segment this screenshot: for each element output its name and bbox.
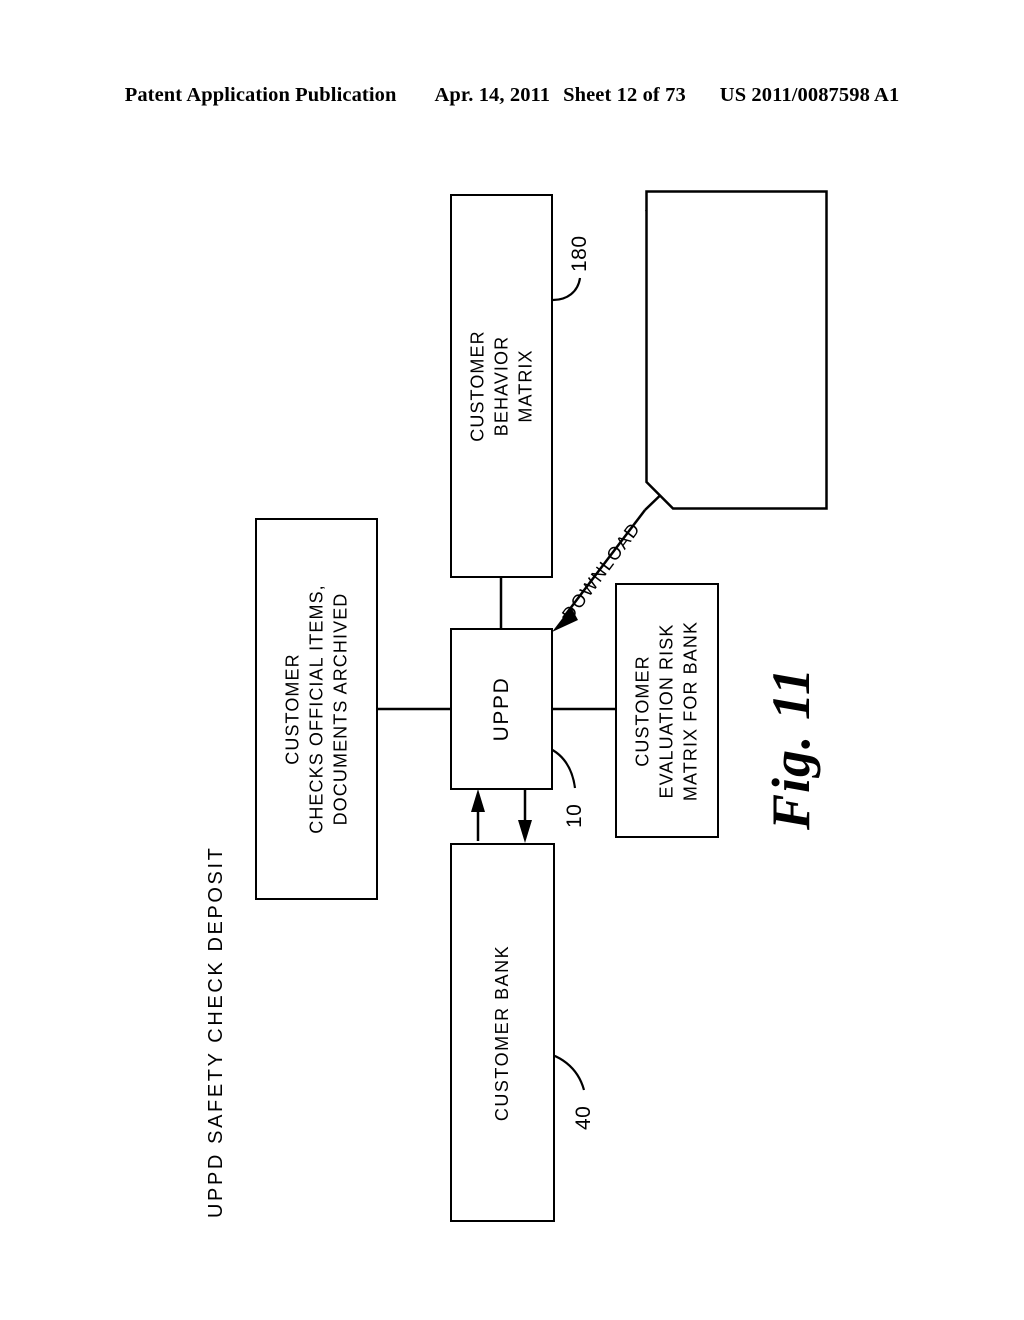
box-customer-evaluation-risk-matrix: CUSTOMER EVALUATION RISK MATRIX FOR BANK (615, 583, 719, 838)
reference-numeral-180: 180 (568, 235, 591, 272)
behavior-matrix-line1: CUSTOMER (466, 330, 487, 442)
box-customer-documents-archived: CUSTOMER CHECKS OFFICIAL ITEMS, DOCUMENT… (255, 518, 378, 900)
box-uppd-label: UPPD (489, 676, 513, 742)
arrowhead-bank-to-uppd (471, 789, 485, 812)
box-customer-documents-archived-label: CUSTOMER CHECKS OFFICIAL ITEMS, DOCUMENT… (281, 584, 352, 834)
reference-numeral-40: 40 (572, 1105, 595, 1130)
patent-figure-drawing: UPPD SAFETY CHECK DEPOSIT Fig. 11 CUSTOM… (0, 0, 1024, 1320)
box-customer-bank-label: CUSTOMER BANK (491, 944, 512, 1121)
check-register-outline (645, 190, 828, 510)
check-register-shape (645, 190, 828, 510)
arrowhead-uppd-to-bank (518, 820, 532, 843)
leader-line-180 (552, 277, 582, 302)
archive-line2: CHECKS OFFICIAL ITEMS, (305, 584, 326, 834)
behavior-matrix-line3: MATRIX (514, 349, 535, 423)
archive-line3: DOCUMENTS ARCHIVED (329, 592, 350, 826)
behavior-matrix-line2: BEHAVIOR (490, 335, 511, 437)
box-customer-behavior-matrix-label: CUSTOMER BEHAVIOR MATRIX (466, 330, 537, 441)
figure-title: UPPD SAFETY CHECK DEPOSIT (205, 845, 227, 1218)
archive-line1: CUSTOMER (281, 653, 302, 765)
box-customer-bank: CUSTOMER BANK (450, 843, 555, 1222)
reference-numeral-10: 10 (563, 803, 586, 828)
box-uppd: UPPD (450, 628, 553, 790)
box-customer-evaluation-risk-matrix-label: CUSTOMER EVALUATION RISK MATRIX FOR BANK (631, 620, 702, 800)
box-customer-check-register: CUSTOMER CHECK WRITING & CHECK REGISTER … (645, 190, 828, 510)
risk-matrix-line1: CUSTOMER (632, 654, 653, 767)
figure-caption: Fig. 11 (761, 666, 821, 830)
risk-matrix-line3: MATRIX FOR BANK (679, 620, 700, 801)
box-customer-behavior-matrix: CUSTOMER BEHAVIOR MATRIX (450, 194, 553, 578)
risk-matrix-line2: EVALUATION RISK (656, 623, 677, 798)
